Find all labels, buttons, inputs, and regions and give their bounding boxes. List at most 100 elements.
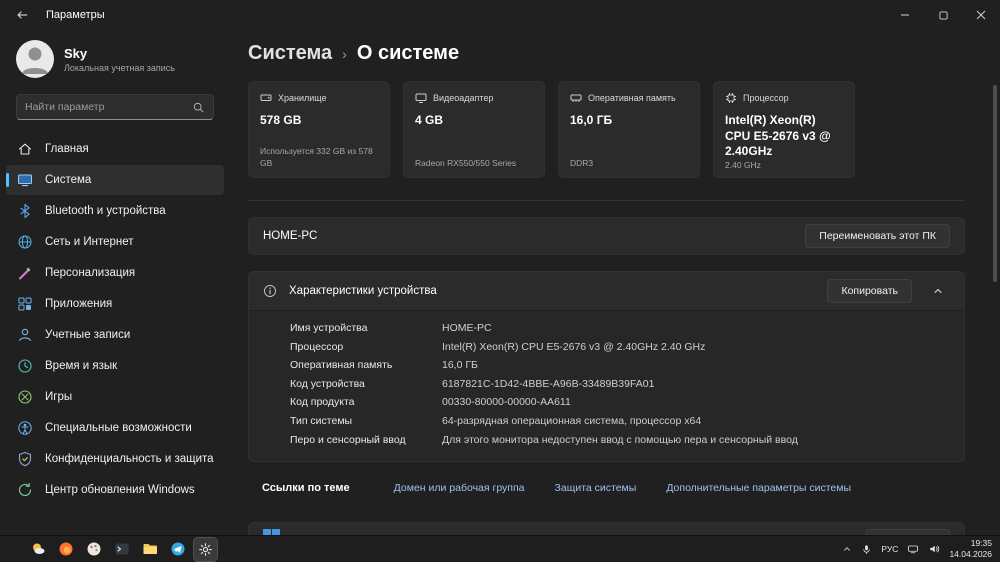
sidebar: Sky Локальная учетная запись Главная Сис… bbox=[0, 30, 230, 535]
back-button[interactable] bbox=[6, 3, 38, 27]
taskbar: РУС 19:35 14.04.2026 bbox=[0, 535, 1000, 562]
apps-icon bbox=[16, 296, 33, 313]
card-detail: Используется 332 GB из 578 GB bbox=[260, 146, 373, 168]
section-divider bbox=[248, 200, 965, 201]
back-arrow-icon bbox=[17, 11, 28, 19]
card-detail: 2.40 GHz bbox=[725, 159, 761, 170]
maximize-button[interactable] bbox=[924, 0, 962, 30]
related-links: Ссылки по теме Домен или рабочая группа … bbox=[248, 470, 965, 506]
card-detail: Radeon RX550/550 Series bbox=[415, 157, 517, 168]
language-indicator[interactable]: РУС bbox=[881, 544, 898, 554]
card-title: Хранилище bbox=[278, 93, 327, 103]
sidebar-item-network-internet[interactable]: Сеть и Интернет bbox=[6, 227, 224, 257]
user-info: Sky Локальная учетная запись bbox=[64, 46, 175, 73]
close-button[interactable] bbox=[962, 0, 1000, 30]
card-value: 4 GB bbox=[415, 113, 444, 127]
search-icon bbox=[193, 102, 204, 112]
sidebar-nav: Главная Система Bluetooth и устройства С… bbox=[0, 134, 230, 505]
browser-icon[interactable] bbox=[54, 538, 77, 561]
network-icon[interactable] bbox=[907, 543, 919, 555]
spec-row-device-name: Имя устройства HOME-PC bbox=[290, 322, 492, 334]
system-icon bbox=[16, 172, 33, 189]
sidebar-item-time-language[interactable]: Время и язык bbox=[6, 351, 224, 381]
messenger-app-icon[interactable] bbox=[166, 538, 189, 561]
games-icon bbox=[16, 389, 33, 406]
settings-app-icon[interactable] bbox=[193, 536, 218, 562]
volume-icon[interactable] bbox=[928, 543, 940, 555]
related-links-title: Ссылки по теме bbox=[262, 482, 350, 495]
sidebar-item-privacy-security[interactable]: Конфиденциальность и защита bbox=[6, 444, 224, 474]
storage-card: Хранилище 578 GB Используется 332 GB из … bbox=[248, 81, 390, 178]
copy-specs-button[interactable]: Копировать bbox=[827, 279, 912, 303]
spec-row-processor: Процессор Intel(R) Xeon(R) CPU E5-2676 v… bbox=[290, 340, 706, 353]
microphone-icon[interactable] bbox=[861, 544, 872, 555]
sidebar-item-label: Приложения bbox=[45, 298, 113, 310]
windows-update-icon bbox=[16, 482, 33, 499]
breadcrumb: Система › О системе bbox=[248, 42, 965, 65]
chevron-up-icon bbox=[934, 289, 942, 293]
device-specs-header[interactable]: Характеристики устройства Копировать bbox=[249, 272, 964, 310]
vertical-scrollbar[interactable] bbox=[993, 85, 997, 282]
user-name: Sky bbox=[64, 45, 88, 61]
link-domain-workgroup[interactable]: Домен или рабочая группа bbox=[394, 482, 525, 494]
accounts-icon bbox=[16, 327, 33, 344]
file-explorer-icon[interactable] bbox=[138, 538, 161, 561]
tray-chevron-up-icon[interactable] bbox=[842, 544, 852, 554]
info-icon bbox=[264, 285, 276, 297]
link-system-protection[interactable]: Защита системы bbox=[555, 482, 637, 494]
sidebar-item-label: Специальные возможности bbox=[45, 422, 192, 434]
rename-pc-button[interactable]: Переименовать этот ПК bbox=[805, 224, 950, 248]
spec-row-pen-touch: Перо и сенсорный ввод Для этого монитора… bbox=[290, 433, 798, 446]
gpu-card: Видеоадаптер 4 GB Radeon RX550/550 Serie… bbox=[403, 81, 545, 178]
sidebar-item-gaming[interactable]: Игры bbox=[6, 382, 224, 412]
sidebar-item-accounts[interactable]: Учетные записи bbox=[6, 320, 224, 350]
sidebar-item-label: Учетные записи bbox=[45, 329, 131, 341]
ram-card: Оперативная память 16,0 ГБ DDR3 bbox=[558, 81, 700, 178]
spec-row-ram: Оперативная память 16,0 ГБ bbox=[290, 359, 478, 372]
gpu-icon bbox=[415, 93, 427, 103]
sidebar-item-label: Время и язык bbox=[45, 360, 118, 372]
accessibility-icon bbox=[16, 420, 33, 437]
sidebar-item-system[interactable]: Система bbox=[6, 165, 224, 195]
pc-name: HOME-PC bbox=[263, 230, 318, 242]
user-account-type: Локальная учетная запись bbox=[64, 62, 175, 73]
home-icon bbox=[16, 141, 33, 158]
privacy-icon bbox=[16, 451, 33, 468]
sidebar-item-home[interactable]: Главная bbox=[6, 134, 224, 164]
sidebar-item-accessibility[interactable]: Специальные возможности bbox=[6, 413, 224, 443]
breadcrumb-system[interactable]: Система bbox=[248, 42, 332, 65]
card-title: Видеоадаптер bbox=[433, 93, 494, 103]
sidebar-item-personalization[interactable]: Персонализация bbox=[6, 258, 224, 288]
taskbar-clock[interactable]: 19:35 14.04.2026 bbox=[949, 538, 992, 560]
search-box[interactable] bbox=[16, 94, 214, 120]
device-specs-title: Характеристики устройства bbox=[289, 285, 437, 297]
card-value: Intel(R) Xeon(R) CPU E5-2676 v3 @ 2.40GH… bbox=[725, 113, 831, 159]
page-title: О системе bbox=[356, 42, 460, 64]
sidebar-item-label: Система bbox=[45, 174, 92, 186]
windows-specs-section: Копировать bbox=[248, 522, 965, 535]
taskbar-time: 19:35 bbox=[970, 537, 992, 548]
card-value: 16,0 ГБ bbox=[570, 113, 613, 127]
sidebar-item-windows-update[interactable]: Центр обновления Windows bbox=[6, 475, 224, 505]
search-input[interactable] bbox=[25, 101, 192, 113]
window-title: Параметры bbox=[46, 9, 105, 21]
sidebar-item-label: Главная bbox=[45, 143, 89, 155]
card-detail: DDR3 bbox=[570, 157, 594, 168]
user-account[interactable]: Sky Локальная учетная запись bbox=[0, 30, 230, 82]
device-specs-section: Характеристики устройства Копировать Имя… bbox=[248, 271, 965, 463]
network-icon bbox=[16, 234, 33, 251]
minimize-button[interactable] bbox=[886, 0, 924, 30]
terminal-app-icon[interactable] bbox=[110, 538, 133, 561]
personalization-icon bbox=[16, 265, 33, 282]
sidebar-item-apps[interactable]: Приложения bbox=[6, 289, 224, 319]
sidebar-item-bluetooth-devices[interactable]: Bluetooth и устройства bbox=[6, 196, 224, 226]
weather-widget-icon[interactable] bbox=[26, 538, 49, 561]
paint-app-icon[interactable] bbox=[82, 538, 105, 561]
main-content: Система › О системе Хранилище 578 GB Исп… bbox=[230, 30, 1000, 535]
spec-row-system-type: Тип системы 64-разрядная операционная си… bbox=[290, 414, 702, 427]
link-advanced-system-settings[interactable]: Дополнительные параметры системы bbox=[666, 482, 851, 494]
breadcrumb-separator: › bbox=[342, 45, 347, 62]
sidebar-item-label: Сеть и Интернет bbox=[45, 236, 134, 248]
cpu-icon bbox=[726, 93, 736, 103]
collapse-specs-button[interactable] bbox=[924, 278, 952, 304]
